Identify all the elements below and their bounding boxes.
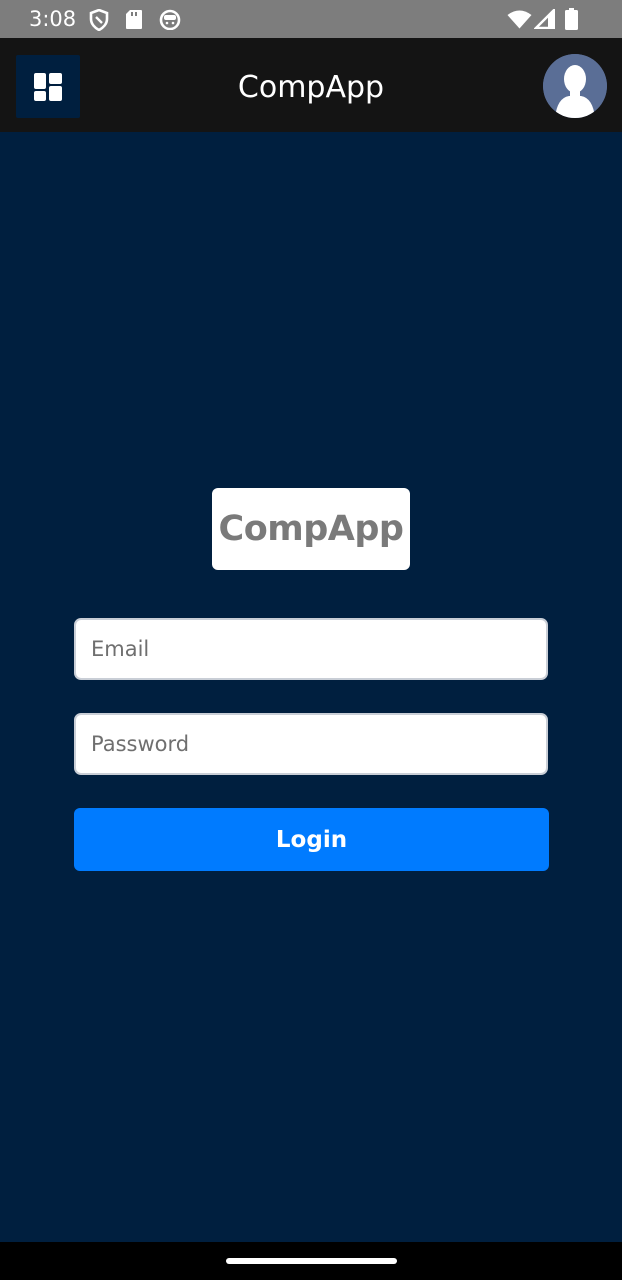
wifi-icon: [507, 10, 532, 34]
shield-icon: [89, 8, 109, 36]
app-title: CompApp: [237, 70, 385, 105]
password-field[interactable]: [74, 713, 548, 775]
profile-avatar-button[interactable]: [543, 54, 607, 118]
sd-card-icon: [125, 9, 143, 35]
signal-icon: [533, 7, 556, 34]
logo-text: CompApp: [218, 509, 404, 549]
status-time: 3:08: [29, 7, 77, 31]
home-gesture-handle[interactable]: [226, 1258, 397, 1264]
app-bar: CompApp: [0, 38, 622, 132]
app-logo: CompApp: [212, 488, 410, 570]
status-bar: 3:08: [0, 0, 622, 38]
battery-icon: [565, 8, 578, 35]
user-avatar-icon: [543, 54, 607, 118]
navigation-bar: [0, 1242, 622, 1280]
android-face-icon: [159, 9, 181, 35]
login-screen: CompApp Login: [0, 132, 622, 1242]
email-field[interactable]: [74, 618, 548, 680]
login-button[interactable]: Login: [74, 808, 549, 871]
